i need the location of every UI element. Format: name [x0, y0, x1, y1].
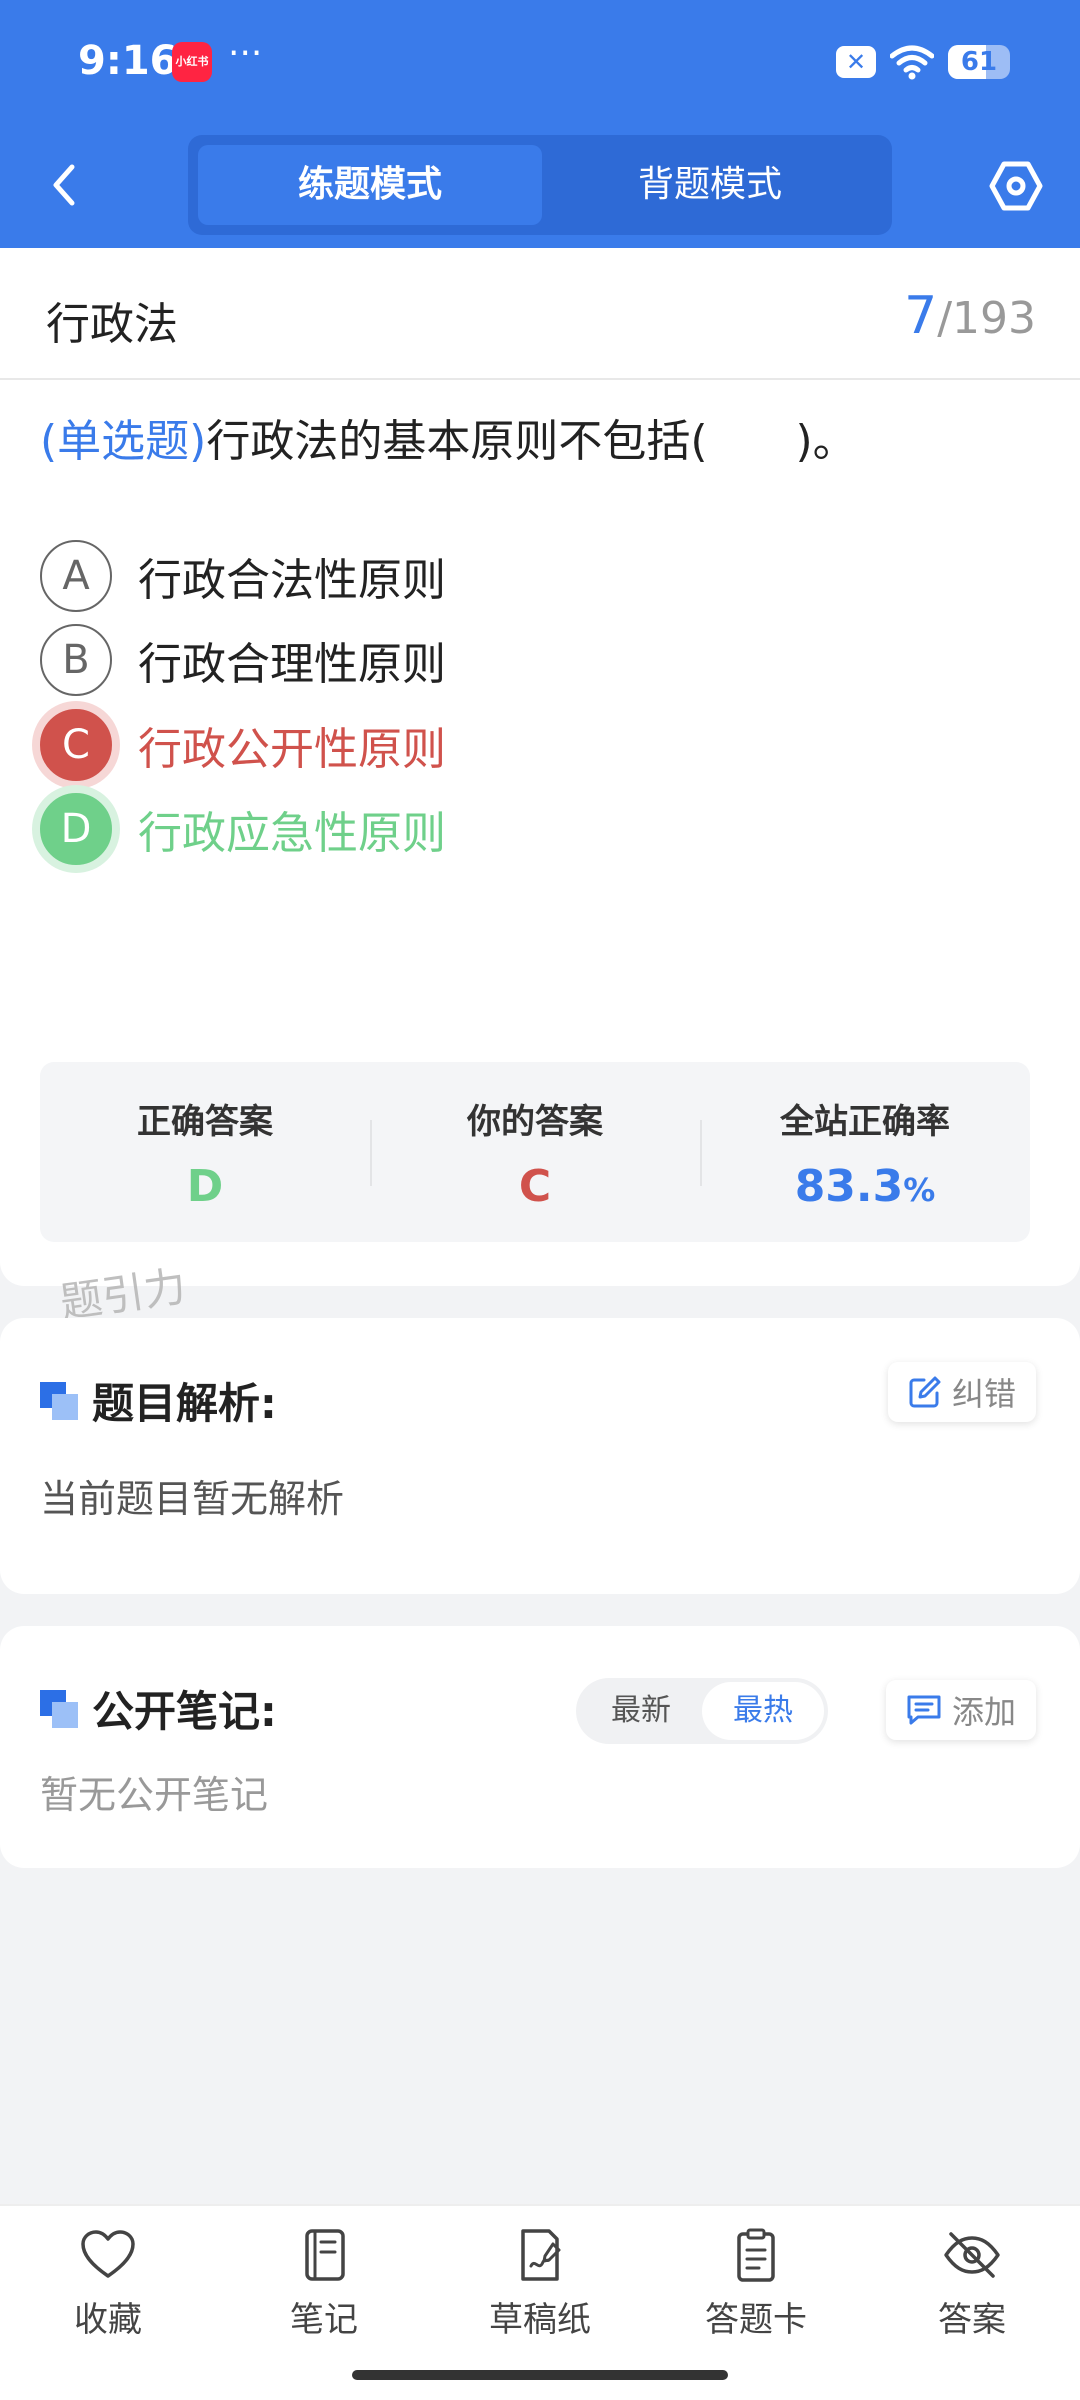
option-letter: D — [40, 793, 112, 865]
option-b[interactable]: B 行政合理性原则 — [40, 624, 446, 696]
your-answer-label: 你的答案 — [467, 1102, 603, 1142]
question-text: 行政法的基本原则不包括( )。 — [206, 416, 857, 467]
status-time: 9:16 — [78, 38, 178, 84]
tab-practice-mode[interactable]: 练题模式 — [198, 145, 542, 225]
answer-card-icon — [737, 2228, 775, 2282]
close-box-icon: ✕ — [836, 46, 876, 78]
question-type: (单选题) — [40, 416, 207, 467]
tab-recite-mode[interactable]: 背题模式 — [538, 145, 882, 225]
notes-empty-text: 暂无公开笔记 — [40, 1773, 269, 1817]
total-questions: /193 — [937, 293, 1036, 344]
correct-answer-value: D — [186, 1161, 224, 1212]
option-a[interactable]: A 行政合法性原则 — [40, 540, 446, 612]
option-text: 行政应急性原则 — [138, 808, 446, 859]
notes-sort-toggle: 最新 最热 — [576, 1678, 828, 1744]
settings-hexagon-icon[interactable] — [988, 158, 1044, 214]
accuracy-rate-stat: 全站正确率 83.3% — [700, 1062, 1030, 1242]
back-chevron-icon[interactable] — [40, 155, 90, 215]
heart-icon — [81, 2230, 135, 2278]
accuracy-rate-label: 全站正确率 — [780, 1102, 950, 1142]
notes-button[interactable]: 笔记 — [244, 2228, 404, 2341]
draft-paper-button[interactable]: 草稿纸 — [460, 2228, 620, 2341]
option-letter: A — [40, 540, 112, 612]
question-progress: 7/193 — [904, 286, 1036, 346]
section-squares-icon — [40, 1689, 78, 1728]
status-bar: 9:16 小红书 ··· ✕ 61 — [78, 33, 1010, 86]
sort-newest-option[interactable]: 最新 — [580, 1682, 702, 1740]
option-d-correct[interactable]: D 行政应急性原则 — [40, 793, 446, 865]
current-question-number: 7 — [904, 286, 938, 346]
notes-title: 公开笔记: — [92, 1687, 277, 1736]
favorite-button[interactable]: 收藏 — [28, 2228, 188, 2341]
report-error-button[interactable]: 纠错 — [887, 1362, 1036, 1422]
add-note-button[interactable]: 添加 — [885, 1680, 1036, 1740]
correct-answer-stat: 正确答案 D — [40, 1062, 370, 1242]
notebook-icon — [305, 2229, 345, 2281]
your-answer-stat: 你的答案 C — [370, 1062, 700, 1242]
battery-icon: 61 — [948, 45, 1010, 79]
battery-level: 61 — [960, 47, 998, 77]
option-text: 行政合法性原则 — [138, 555, 446, 606]
answer-stats-panel: 正确答案 D 你的答案 C 全站正确率 83.3% — [40, 1062, 1030, 1242]
xiaohongshu-notification-icon: 小红书 — [172, 42, 212, 82]
answer-card-button[interactable]: 答题卡 — [676, 2228, 836, 2341]
accuracy-rate-value: 83.3% — [794, 1161, 936, 1212]
option-letter: B — [40, 624, 112, 696]
eye-off-icon — [944, 2232, 1000, 2278]
analysis-content: 当前题目暂无解析 — [40, 1477, 345, 1521]
subject-title: 行政法 — [46, 299, 178, 350]
subject-row: 行政法 7/193 — [0, 248, 1080, 380]
show-answer-button[interactable]: 答案 — [892, 2228, 1052, 2341]
analysis-title: 题目解析: — [92, 1379, 277, 1428]
comment-icon — [907, 1695, 941, 1725]
option-text: 行政公开性原则 — [138, 724, 446, 775]
question-stem: (单选题)行政法的基本原则不包括( )。 — [40, 410, 1040, 474]
option-c-wrong[interactable]: C 行政公开性原则 — [40, 709, 446, 781]
wifi-icon — [890, 45, 934, 80]
correct-answer-label: 正确答案 — [137, 1102, 273, 1142]
edit-icon — [909, 1376, 941, 1408]
mode-toggle: 练题模式 背题模式 — [188, 135, 892, 235]
top-header: 9:16 小红书 ··· ✕ 61 练题模式 背题模式 — [0, 0, 1080, 248]
analysis-section: 题目解析: 纠错 当前题目暂无解析 — [0, 1318, 1080, 1594]
your-answer-value: C — [518, 1161, 552, 1212]
draft-paper-icon — [521, 2229, 561, 2281]
home-indicator[interactable] — [352, 2370, 728, 2380]
section-squares-icon — [40, 1381, 78, 1420]
option-letter: C — [40, 709, 112, 781]
sort-hottest-option[interactable]: 最热 — [702, 1682, 824, 1740]
public-notes-section: 公开笔记: 最新 最热 添加 暂无公开笔记 — [0, 1626, 1080, 1868]
more-notifications-icon: ··· — [228, 33, 263, 74]
question-card: (单选题)行政法的基本原则不包括( )。 A 行政合法性原则 B 行政合理性原则… — [0, 380, 1080, 1286]
option-text: 行政合理性原则 — [138, 639, 446, 690]
